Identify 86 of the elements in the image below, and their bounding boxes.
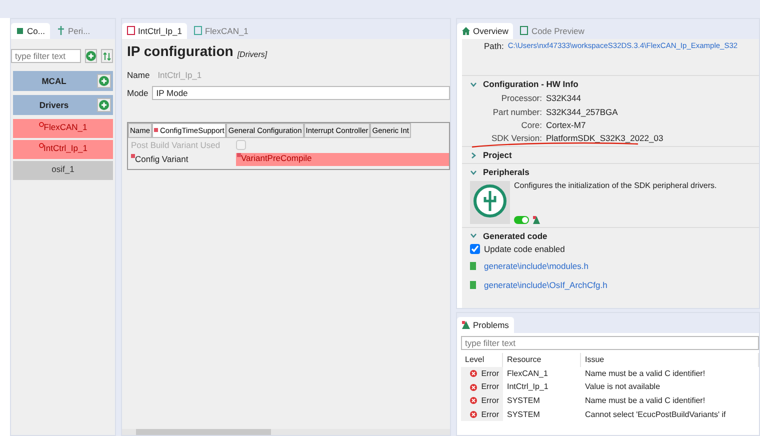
path-label: Path: [484,41,504,52]
setting-label: Post Build Variant Used [131,140,222,150]
table-cell-text: SYSTEM [506,394,541,407]
plus-icon [86,51,96,62]
section-header[interactable]: Generated code [470,230,751,241]
error-marker-icon [38,122,44,128]
horizontal-scrollbar[interactable] [122,429,450,435]
component-item[interactable]: osif_1 [13,161,113,180]
page-title: IP configuration [127,43,234,60]
component-icon [16,26,24,35]
category-label[interactable]: MCAL [13,76,95,86]
info-label: Part number: [492,106,542,117]
info-label: Processor: [500,93,542,104]
document-icon [194,26,202,36]
home-icon [462,26,470,35]
document-icon [520,26,528,36]
peripherals-description: Configures the initialization of the SDK peripheral drivers. [514,180,717,190]
required-marker-icon [237,152,241,157]
page-subtitle: [Drivers] [237,50,268,60]
error-icon [470,410,478,418]
required-marker-icon [154,128,158,132]
warning-icon [533,216,540,224]
required-marker-icon [131,154,135,158]
add-button[interactable] [97,74,111,88]
expanded-chevron-icon [470,168,477,176]
filter-field[interactable]: type filter text [11,49,81,64]
error-icon [470,384,478,391]
sort-button[interactable] [101,49,113,64]
table-cell-text: IntCtrl_Ip_1 [506,381,550,394]
section-header[interactable]: Peripherals [470,167,751,178]
field-label: Mode [127,88,148,98]
document-icon [127,26,135,36]
setting-label: Config Variant [131,154,236,164]
tab[interactable]: Peri... [52,22,96,39]
scrollbar-thumb[interactable] [136,429,271,435]
column-header[interactable]: Issue [581,353,759,367]
table-cell-text: Value is not available [584,381,662,394]
expanded-chevron-icon [470,80,477,88]
section-header[interactable]: Project [470,150,751,160]
section-header[interactable]: Configuration - HW Info [470,79,751,90]
info-value: S32K344 [546,93,582,104]
table-cell-text: Name must be a valid C identifier! [584,394,706,407]
category-label[interactable]: Drivers [13,100,95,110]
table-cell-text: Name must be a valid C identifier! [584,368,706,380]
info-value: S32K344_257BGA [546,106,619,117]
info-label: Core: [520,120,542,130]
table-cell-text: Cannot select 'EcucPostBuildVariants' if [584,408,727,421]
checkbox[interactable] [470,244,480,254]
filter-field[interactable]: type filter text [461,336,759,350]
info-value: Cortex-M7 [546,120,587,130]
table-cell-text: SYSTEM [506,408,541,421]
tab[interactable]: Co... [11,22,50,39]
info-label: SDK Version: [490,132,542,144]
text-field[interactable]: IP Mode [152,86,450,100]
level-cell: Error [461,394,503,408]
collapsed-chevron-icon [470,152,477,159]
problems-icon [462,320,470,329]
level-cell: Error [461,366,503,380]
error-icon [470,397,478,404]
add-button[interactable] [85,49,97,64]
file-link[interactable]: generate\include\modules.h [484,260,588,272]
tab[interactable]: Overview [457,22,514,39]
sort-icon [103,52,111,61]
add-button[interactable] [97,98,111,112]
chip-icon [56,26,65,36]
level-cell: Error [461,408,503,422]
peripherals-logo-icon [470,180,510,224]
plus-icon [99,76,109,86]
expanded-chevron-icon [470,232,477,240]
file-link[interactable]: generate\include\OsIf_ArchCfg.h [484,280,608,290]
plus-icon [99,100,109,110]
info-value: PlatformSDK_S32K3_2022_03 [546,132,664,144]
tab[interactable]: Code Preview [515,22,590,39]
tab[interactable]: FlexCAN_1 [188,22,254,39]
field-label: Name [127,70,150,80]
file-icon [470,262,476,270]
error-icon [470,370,478,378]
file-icon [470,281,476,290]
enable-toggle[interactable] [514,216,529,224]
error-marker-icon [38,143,44,148]
checkbox-label: Update code enabled [484,244,565,254]
level-cell: Error [461,380,503,394]
table-cell-text: FlexCAN_1 [506,368,549,380]
view-title: Problems [457,316,514,333]
column-header[interactable]: Resource [503,353,581,367]
tab[interactable]: IntCtrl_Ip_1 [122,22,187,39]
